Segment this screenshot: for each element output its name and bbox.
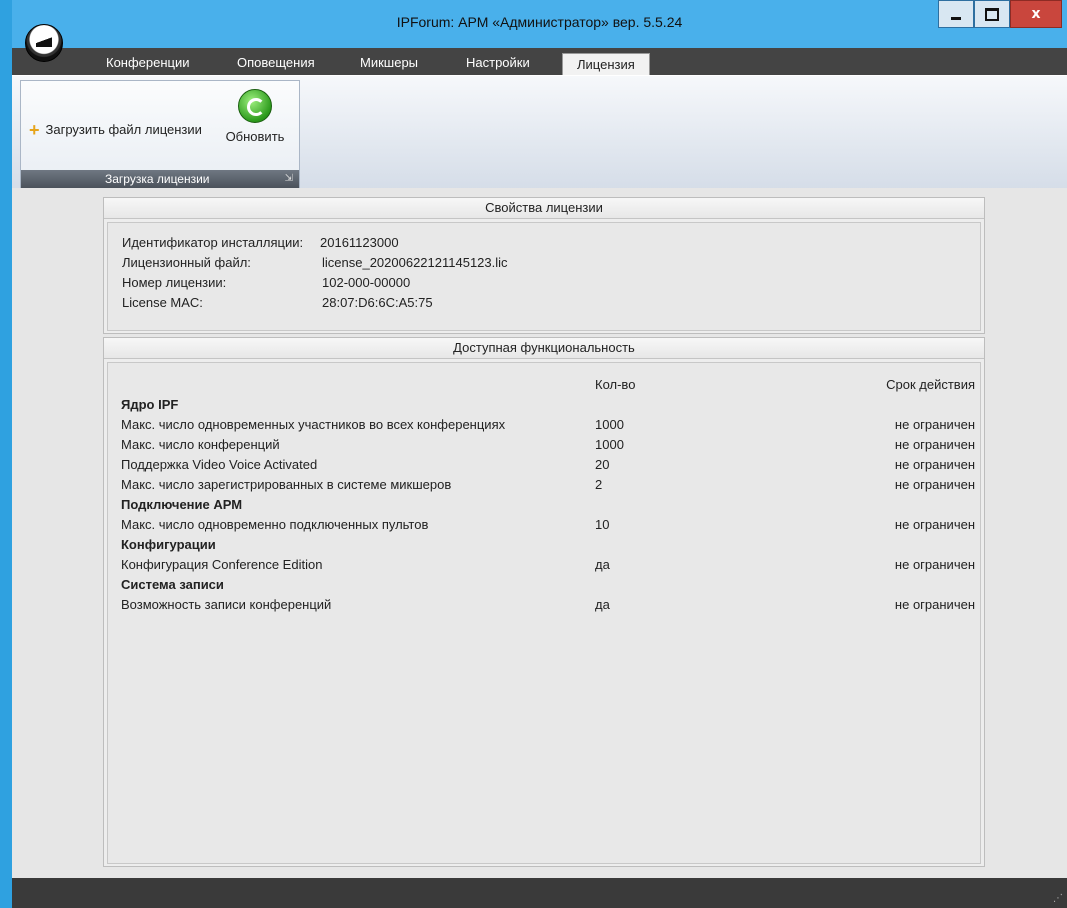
feature-qty: 20 — [595, 457, 610, 472]
close-icon: x — [1031, 6, 1041, 22]
feature-row: Поддержка Video Voice Activated 20 не ог… — [121, 457, 975, 472]
plus-icon: + — [29, 119, 40, 140]
group-caption: Загрузка лицензии ⇲ — [21, 170, 299, 188]
window-title: IPForum: АРМ «Администратор» вер. 5.5.24 — [396, 14, 683, 30]
section-title: Система записи — [121, 577, 224, 592]
section-title: Подключение АРМ — [121, 497, 243, 512]
functionality-panel: Доступная функциональность Кол-во Срок д… — [103, 337, 985, 867]
feature-name: Макс. число зарегистрированных в системе… — [121, 477, 452, 492]
feature-term: не ограничен — [894, 477, 975, 492]
title-bar: IPForum: АРМ «Администратор» вер. 5.5.24… — [12, 0, 1067, 48]
section-title: Конфигурации — [121, 537, 216, 552]
col-term-header: Срок действия — [886, 377, 975, 392]
prop-value: 20161123000 — [320, 235, 399, 250]
tab-settings[interactable]: Настройки — [466, 55, 530, 70]
panel-header: Доступная функциональность — [104, 338, 984, 359]
tab-mixers[interactable]: Микшеры — [360, 55, 418, 70]
minimize-icon — [951, 16, 961, 20]
feature-row: Возможность записи конференций да не огр… — [121, 597, 975, 612]
load-license-button[interactable]: + Загрузить файл лицензии — [29, 119, 202, 140]
dialog-launcher-icon[interactable]: ⇲ — [285, 170, 293, 188]
minimize-button[interactable] — [938, 0, 974, 28]
feature-name: Макс. число одновременно подключенных пу… — [121, 517, 429, 532]
prop-row: Номер лицензии: 102-000-00000 — [122, 275, 410, 290]
app-logo-icon[interactable] — [25, 24, 63, 62]
prop-label: Лицензионный файл: — [122, 255, 251, 270]
tab-conferences[interactable]: Конференции — [106, 55, 190, 70]
close-button[interactable]: x — [1010, 0, 1062, 28]
main-content: Свойства лицензии Идентификатор инсталля… — [12, 188, 1067, 878]
refresh-button[interactable]: Обновить — [225, 89, 285, 157]
feature-qty: 10 — [595, 517, 610, 532]
prop-label: Номер лицензии: — [122, 275, 227, 290]
feature-row: Макс. число одновременных участников во … — [121, 417, 975, 432]
load-license-label: Загрузить файл лицензии — [45, 122, 202, 137]
section-title: Ядро IPF — [121, 397, 179, 412]
functionality-body: Кол-во Срок действия Ядро IPF Макс. числ… — [107, 362, 981, 864]
maximize-button[interactable] — [974, 0, 1010, 28]
feature-name: Поддержка Video Voice Activated — [121, 457, 318, 472]
status-bar: ⋰ — [12, 878, 1067, 908]
ribbon-tabs: Конференции Оповещения Микшеры Настройки… — [12, 48, 1067, 75]
feature-name: Возможность записи конференций — [121, 597, 332, 612]
prop-value: license_20200622121145123.lic — [322, 255, 508, 270]
feature-qty: 2 — [595, 477, 603, 492]
tab-notifications[interactable]: Оповещения — [237, 55, 315, 70]
resize-grip-icon[interactable]: ⋰ — [1053, 893, 1063, 904]
feature-name: Макс. число одновременных участников во … — [121, 417, 506, 432]
prop-value: 102-000-00000 — [322, 275, 411, 290]
maximize-icon — [985, 7, 999, 21]
feature-term: не ограничен — [894, 557, 975, 572]
license-properties-panel: Свойства лицензии Идентификатор инсталля… — [103, 197, 985, 334]
ribbon-group-license-load: + Загрузить файл лицензии Обновить Загру… — [20, 80, 300, 189]
feature-qty: да — [595, 597, 610, 612]
prop-row: License MAC: 28:07:D6:6C:A5:75 — [122, 295, 433, 310]
prop-row: Лицензионный файл: license_2020062212114… — [122, 255, 508, 270]
feature-name: Конфигурация Conference Edition — [121, 557, 323, 572]
feature-term: не ограничен — [894, 517, 975, 532]
tab-license[interactable]: Лицензия — [562, 53, 650, 75]
properties-body: Идентификатор инсталляции: 20161123000 Л… — [107, 222, 981, 331]
feature-row: Конфигурация Conference Edition да не ог… — [121, 557, 975, 572]
refresh-label: Обновить — [225, 129, 285, 144]
feature-name: Макс. число конференций — [121, 437, 280, 452]
prop-label: License MAC: — [122, 295, 203, 310]
feature-term: не ограничен — [894, 457, 975, 472]
col-qty-header: Кол-во — [595, 377, 636, 392]
feature-row: Макс. число конференций 1000 не ограниче… — [121, 437, 975, 452]
prop-row: Идентификатор инсталляции: 20161123000 — [122, 235, 399, 250]
prop-label: Идентификатор инсталляции: — [122, 235, 304, 250]
feature-qty: 1000 — [595, 417, 624, 432]
ribbon: + Загрузить файл лицензии Обновить Загру… — [12, 75, 1067, 191]
app-window: IPForum: АРМ «Администратор» вер. 5.5.24… — [12, 0, 1067, 908]
group-caption-label: Загрузка лицензии — [105, 172, 210, 186]
prop-value: 28:07:D6:6C:A5:75 — [322, 295, 433, 310]
panel-header: Свойства лицензии — [104, 198, 984, 219]
feature-qty: 1000 — [595, 437, 624, 452]
feature-term: не ограничен — [894, 437, 975, 452]
feature-term: не ограничен — [894, 597, 975, 612]
refresh-icon — [238, 89, 272, 123]
feature-row: Макс. число зарегистрированных в системе… — [121, 477, 975, 492]
feature-qty: да — [595, 557, 610, 572]
feature-row: Макс. число одновременно подключенных пу… — [121, 517, 975, 532]
feature-term: не ограничен — [894, 417, 975, 432]
